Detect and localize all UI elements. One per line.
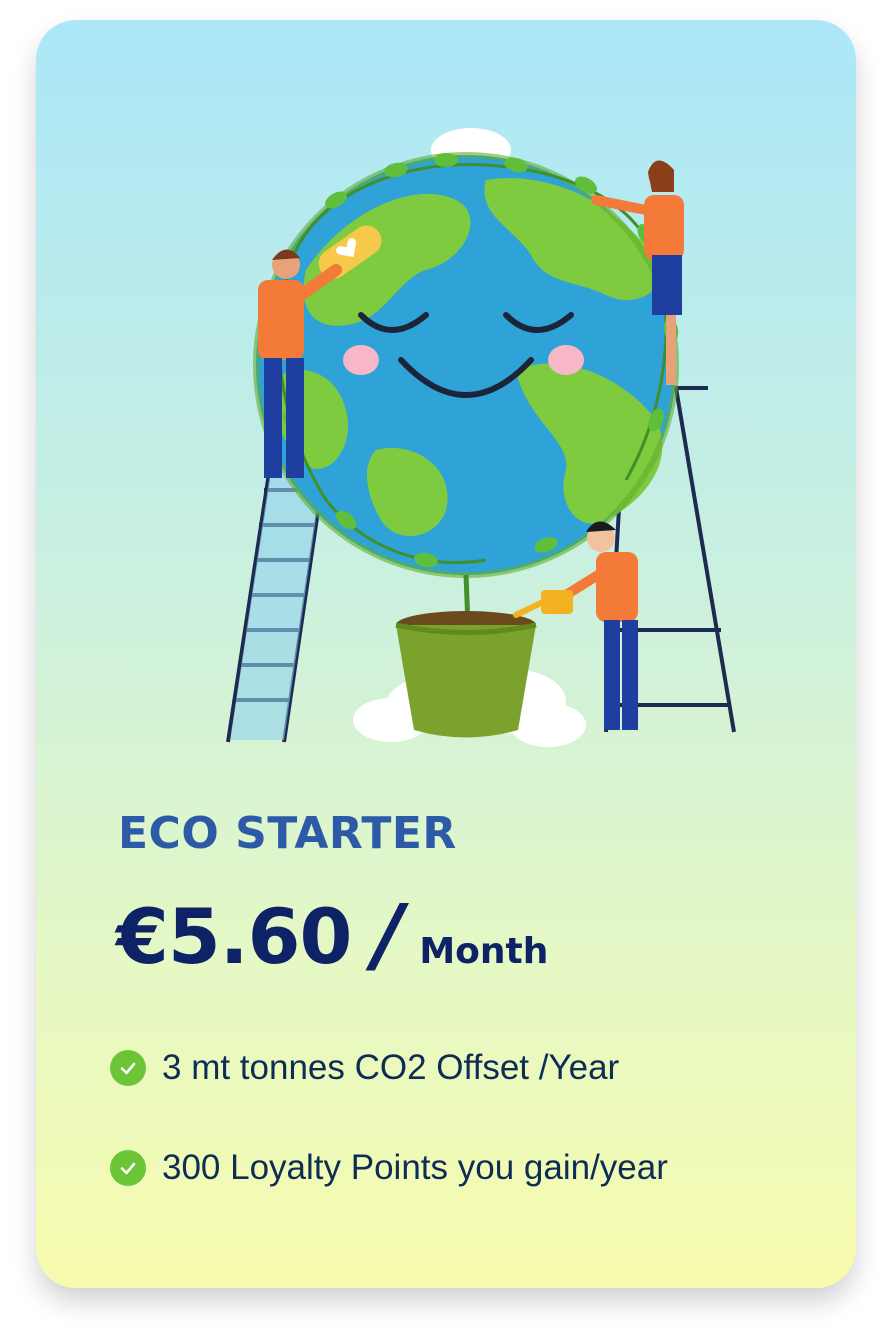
feature-item: 300 Loyalty Points you gain/year	[110, 1140, 668, 1196]
price-period: Month	[419, 931, 549, 972]
earth-illustration	[226, 128, 736, 747]
price-separator: /	[373, 888, 404, 983]
price-amount: €5.60	[116, 892, 352, 981]
feature-text: 3 mt tonnes CO2 Offset /Year	[162, 1048, 620, 1087]
check-circle-icon	[110, 1150, 146, 1186]
price-row: €5.60 / Month	[116, 888, 548, 998]
pricing-card[interactable]: ECO STARTER €5.60 / Month 3 mt tonnes CO…	[36, 20, 856, 1288]
check-circle-icon	[110, 1050, 146, 1086]
feature-text: 300 Loyalty Points you gain/year	[162, 1148, 668, 1187]
feature-item: 3 mt tonnes CO2 Offset /Year	[110, 1040, 668, 1096]
flower-pot	[395, 611, 537, 738]
feature-list: 3 mt tonnes CO2 Offset /Year 300 Loyalty…	[110, 1040, 668, 1240]
plan-name: ECO STARTER	[118, 808, 457, 859]
watering-can-icon	[513, 590, 573, 618]
